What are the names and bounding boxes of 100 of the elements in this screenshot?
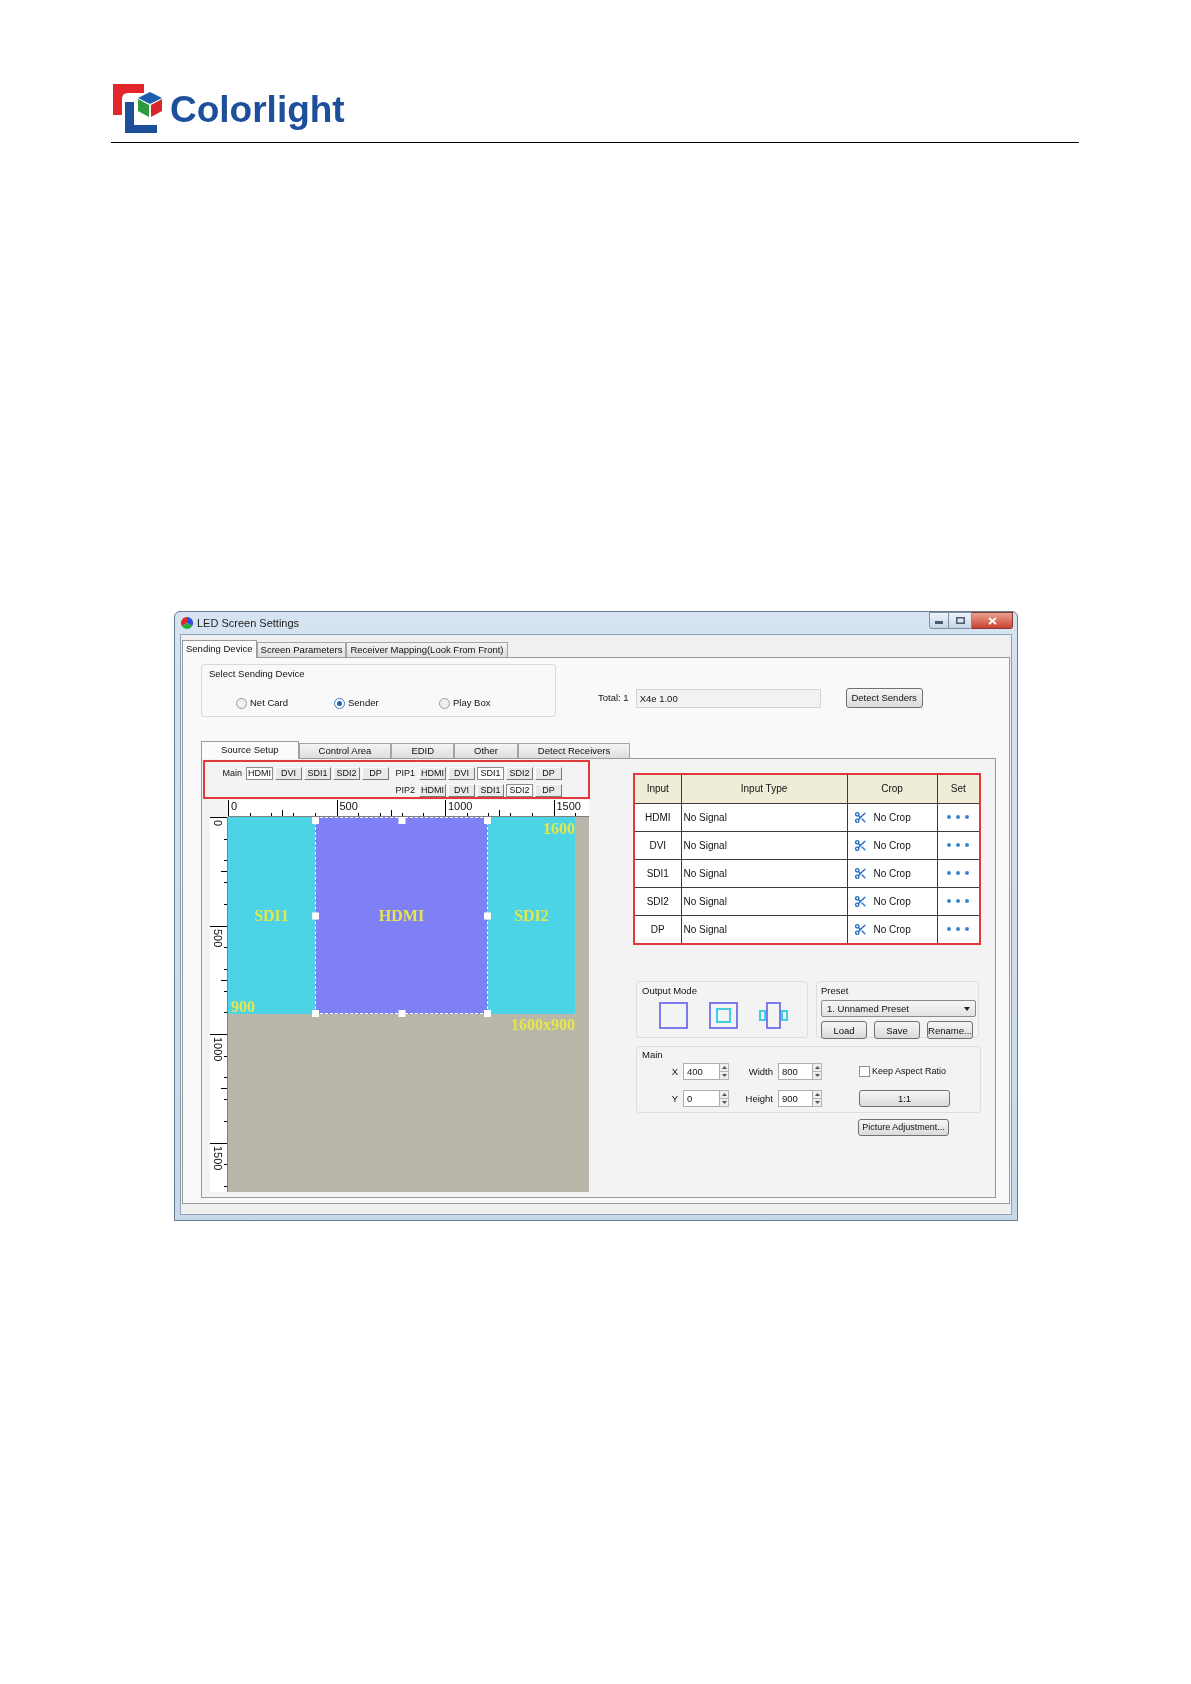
crop-status: No Crop: [873, 810, 911, 825]
resize-handle[interactable]: [484, 1010, 491, 1017]
table-cell: HDMI: [635, 803, 681, 831]
source-button[interactable]: DVI: [448, 784, 475, 797]
resize-handle[interactable]: [484, 912, 491, 919]
more-icon[interactable]: [947, 871, 970, 875]
source-button[interactable]: HDMI: [419, 784, 446, 797]
table-cell: No Signal: [681, 887, 847, 915]
source-button[interactable]: DP: [362, 767, 389, 780]
rectangle-with-side-bars-icon[interactable]: [759, 1002, 788, 1030]
more-icon[interactable]: [947, 927, 970, 932]
square-outline-icon[interactable]: [659, 1002, 688, 1030]
caret-down-icon: [964, 1006, 970, 1011]
tab[interactable]: Other: [454, 743, 518, 758]
ratio-button[interactable]: 1:1: [859, 1090, 950, 1108]
more-icon[interactable]: [947, 815, 970, 819]
more-icon[interactable]: [947, 843, 970, 847]
field-label: Height: [744, 1091, 774, 1106]
ruler-label: 1500: [555, 800, 581, 812]
row-label: PIP2: [394, 786, 416, 795]
scissors-icon[interactable]: [853, 866, 867, 880]
resize-handle[interactable]: [312, 1010, 319, 1017]
preset-button[interactable]: Rename...: [927, 1021, 973, 1040]
total-label: Total: 1: [598, 690, 629, 705]
resize-handle[interactable]: [312, 912, 319, 919]
column-header: Input Type: [681, 775, 847, 803]
field-label: Width: [747, 1064, 774, 1079]
spin-down-button[interactable]: [720, 1072, 729, 1081]
tab[interactable]: Detect Receivers: [517, 743, 631, 758]
device-field[interactable]: X4e 1.00: [635, 688, 821, 708]
column-header: Set: [937, 775, 979, 803]
layer-label: SDI2: [514, 907, 549, 924]
table-cell: DVI: [635, 831, 681, 859]
source-button[interactable]: DVI: [275, 767, 302, 780]
group-title: Select Sending Device: [209, 667, 306, 681]
scissors-icon[interactable]: [853, 894, 867, 908]
source-button[interactable]: DVI: [448, 767, 475, 780]
group-title: Preset: [821, 984, 850, 998]
source-button[interactable]: SDI2: [333, 767, 360, 780]
ruler-label: 1500: [211, 1144, 224, 1170]
crop-status: No Crop: [873, 838, 911, 853]
source-button[interactable]: HDMI: [419, 767, 446, 780]
number-field[interactable]: 800: [778, 1063, 813, 1081]
logo-text: Colorlight: [170, 90, 345, 128]
tab[interactable]: Receiver Mapping(Look From Front): [346, 642, 508, 657]
resize-handle[interactable]: [398, 1010, 405, 1017]
resize-handle[interactable]: [312, 817, 319, 824]
tab[interactable]: Source Setup: [201, 741, 299, 759]
row-label: PIP1: [394, 769, 416, 778]
source-button[interactable]: SDI2: [506, 767, 533, 780]
layer-label: SDI1: [254, 907, 289, 924]
crop-status: No Crop: [873, 894, 911, 909]
tab[interactable]: EDID: [391, 743, 455, 758]
resize-handle[interactable]: [398, 817, 405, 824]
radio-button[interactable]: Play Box: [439, 696, 555, 711]
spin-down-button[interactable]: [813, 1099, 822, 1108]
more-icon[interactable]: [947, 899, 970, 903]
scissors-icon[interactable]: [853, 838, 867, 852]
source-button[interactable]: DP: [535, 767, 562, 780]
close-button[interactable]: [972, 612, 1013, 629]
tab[interactable]: Sending Device: [182, 640, 257, 658]
source-button[interactable]: SDI1: [477, 767, 504, 780]
crop-status: No Crop: [873, 866, 911, 881]
tab[interactable]: Control Area: [298, 743, 392, 758]
table-cell: No Signal: [681, 915, 847, 943]
picture-adjustment-button[interactable]: Picture Adjustment...: [858, 1119, 949, 1136]
preset-button[interactable]: Save: [874, 1021, 920, 1040]
radio-button[interactable]: Sender: [334, 696, 439, 711]
caret-up-icon: [814, 1093, 820, 1097]
ruler-label: 0: [211, 819, 224, 827]
spin-down-button[interactable]: [720, 1099, 729, 1108]
preset-button[interactable]: Load: [821, 1021, 867, 1040]
tab[interactable]: Screen Parameters: [256, 642, 347, 657]
minimize-button[interactable]: [929, 612, 949, 629]
scissors-icon[interactable]: [853, 922, 867, 936]
number-field[interactable]: 0: [683, 1090, 720, 1108]
detect-senders-button[interactable]: Detect Senders: [845, 688, 923, 708]
square-in-square-icon[interactable]: [709, 1002, 738, 1030]
minimize-icon: [935, 621, 943, 624]
source-button[interactable]: DP: [535, 784, 562, 797]
resize-handle[interactable]: [484, 817, 491, 824]
source-button[interactable]: SDI1: [304, 767, 331, 780]
caret-up-icon: [721, 1093, 727, 1097]
ruler-label: 1000: [211, 1036, 224, 1062]
scissors-icon[interactable]: [853, 810, 867, 824]
number-field[interactable]: 400: [683, 1063, 720, 1081]
radio-button[interactable]: Net Card: [236, 696, 334, 711]
ruler-label: 500: [338, 800, 358, 812]
table-cell: DP: [635, 915, 681, 943]
source-button[interactable]: SDI1: [477, 784, 504, 797]
source-button[interactable]: SDI2: [506, 784, 533, 797]
source-button[interactable]: HDMI: [246, 767, 273, 780]
preset-dropdown[interactable]: 1. Unnamed Preset: [821, 1000, 976, 1018]
table-cell: No Signal: [681, 803, 847, 831]
spin-down-button[interactable]: [813, 1072, 822, 1081]
number-field[interactable]: 900: [778, 1090, 813, 1108]
ruler-label: 1000: [447, 800, 473, 812]
checkbox[interactable]: Keep Aspect Ratio: [859, 1065, 980, 1079]
group-title: Main: [641, 1048, 664, 1062]
maximize-button[interactable]: [949, 612, 972, 629]
